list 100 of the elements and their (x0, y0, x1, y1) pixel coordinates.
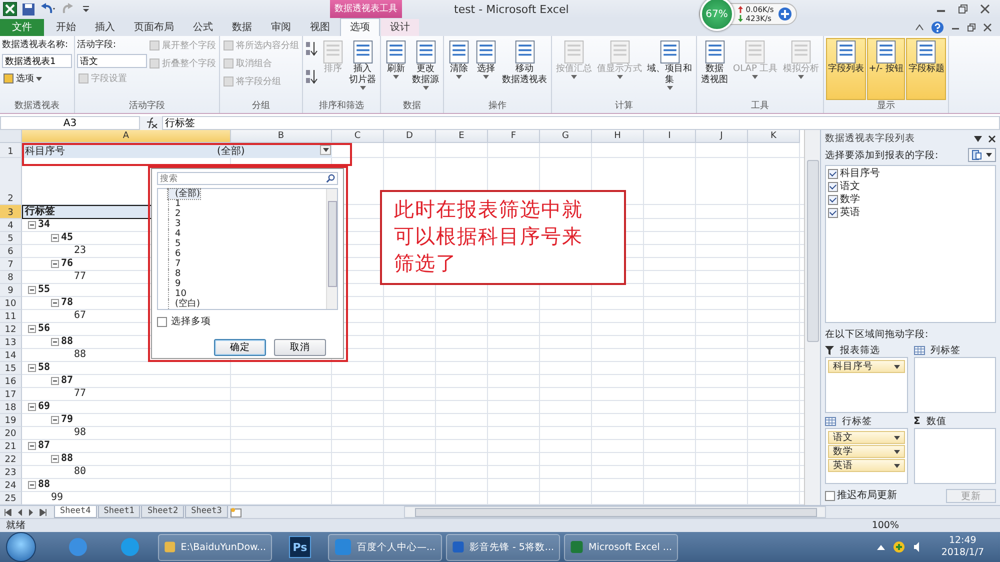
taskbar-window-button[interactable]: 影音先锋 - 5将数... (446, 534, 560, 560)
checkbox[interactable] (157, 316, 167, 326)
row-number[interactable]: 2 (0, 158, 22, 205)
ribbon-button[interactable]: 选择 (473, 38, 499, 100)
row-number[interactable]: 4 (0, 219, 22, 232)
filter-list-item[interactable]: 9 (168, 279, 181, 289)
ribbon-tab[interactable]: 选项 (340, 18, 380, 36)
collapse-icon[interactable] (28, 364, 36, 372)
ribbon-button[interactable]: 字段列表 (826, 38, 866, 100)
filter-list-item[interactable]: (全部) (168, 189, 200, 199)
clock-date[interactable]: 2018/1/7 (941, 547, 984, 559)
field-chip[interactable]: 英语 (828, 459, 904, 472)
ribbon-tab[interactable]: 数据 (223, 19, 261, 36)
undo-icon[interactable] (40, 3, 56, 15)
function-icon[interactable] (144, 117, 158, 129)
save-icon[interactable] (22, 2, 35, 16)
filter-list-item[interactable]: (空白) (168, 299, 200, 309)
tray-arrow-icon[interactable] (877, 544, 886, 550)
checkbox[interactable] (828, 195, 838, 206)
layout-button[interactable] (968, 148, 996, 162)
row-number[interactable]: 15 (0, 362, 22, 375)
zoom-level[interactable]: 100% (872, 520, 899, 531)
ribbon-tab[interactable]: 页面布局 (125, 19, 183, 36)
ribbon-tab[interactable]: 插入 (86, 19, 124, 36)
ribbon-button[interactable]: 清除 (446, 38, 472, 100)
start-button[interactable] (6, 532, 36, 562)
taskbar-window-button[interactable]: 百度个人中心—... (328, 534, 442, 560)
restore-icon[interactable] (967, 22, 976, 32)
row-number[interactable]: 8 (0, 271, 22, 284)
filter-dropdown-button[interactable] (320, 145, 331, 155)
ribbon-tab[interactable]: 审阅 (262, 19, 300, 36)
collapse-icon[interactable] (28, 286, 36, 294)
checkbox[interactable] (828, 169, 838, 180)
column-header[interactable]: B (231, 130, 332, 143)
row-number[interactable]: 6 (0, 245, 22, 258)
collapse-icon[interactable] (51, 377, 59, 385)
row-number[interactable]: 20 (0, 427, 22, 440)
collapse-icon[interactable] (51, 299, 59, 307)
clock-time[interactable]: 12:49 (948, 535, 976, 547)
collapse-icon[interactable] (28, 221, 36, 229)
drop-area[interactable]: 科目序号 (825, 357, 908, 413)
collapse-icon[interactable] (51, 455, 59, 463)
field-chip[interactable]: 语文 (828, 431, 904, 444)
column-header[interactable]: I (644, 130, 696, 143)
row-number[interactable]: 1 (0, 143, 22, 158)
help-icon[interactable] (931, 20, 944, 34)
vertical-scrollbar[interactable] (804, 130, 820, 505)
sheet-tab[interactable]: Sheet1 (98, 506, 140, 518)
ribbon-tab[interactable]: 开始 (47, 19, 85, 36)
field-chip[interactable]: 数学 (828, 445, 904, 458)
ok-button[interactable]: 确定 (214, 339, 266, 356)
checkbox[interactable] (828, 182, 838, 192)
row-number[interactable]: 7 (0, 258, 22, 271)
ribbon-button[interactable]: 插入 切片器 (347, 38, 378, 100)
sheet-tab[interactable]: Sheet2 (141, 506, 184, 518)
column-header[interactable]: J (696, 130, 748, 143)
row-number[interactable]: 19 (0, 414, 22, 427)
collapse-icon[interactable] (28, 403, 36, 411)
close-icon[interactable] (983, 22, 992, 32)
row-number[interactable]: 13 (0, 336, 22, 349)
first-sheet-icon[interactable] (4, 508, 12, 516)
row-number[interactable]: 24 (0, 479, 22, 492)
row-number[interactable]: 3 (0, 205, 22, 219)
row-number[interactable]: 18 (0, 401, 22, 414)
next-sheet-icon[interactable] (28, 508, 34, 516)
collapse-icon[interactable] (51, 416, 59, 424)
filter-list-item[interactable]: 4 (168, 229, 181, 239)
column-header[interactable]: F (488, 130, 540, 143)
collapse-icon[interactable] (51, 338, 59, 346)
restore-icon[interactable] (958, 4, 968, 14)
tray-plus-icon[interactable] (893, 541, 906, 553)
row-number[interactable]: 12 (0, 323, 22, 336)
checkbox[interactable] (825, 491, 835, 501)
ribbon-button[interactable]: +/- 按钮 (866, 38, 906, 100)
search-field[interactable]: 搜索 (157, 172, 338, 185)
row-number[interactable]: 11 (0, 310, 22, 323)
ribbon-tab[interactable]: 公式 (184, 19, 222, 36)
checkbox[interactable] (828, 208, 838, 218)
list-scrollbar[interactable] (326, 189, 337, 309)
ribbon-tab[interactable]: 视图 (301, 19, 339, 36)
taskbar-window-button[interactable]: E:\BaiduYunDow... (158, 534, 272, 560)
sheet-tab[interactable]: Sheet4 (54, 506, 97, 518)
ribbon-tab[interactable]: 文件 (0, 19, 44, 36)
close-icon[interactable] (980, 4, 990, 14)
row-number[interactable]: 25 (0, 492, 22, 505)
column-header[interactable]: A (22, 130, 231, 143)
filter-list-item[interactable]: 10 (168, 289, 186, 299)
taskbar-window-button[interactable]: Microsoft Excel ... (564, 534, 678, 560)
column-header[interactable]: H (592, 130, 644, 143)
taskbar-app-button[interactable]: Ps (276, 533, 324, 561)
collapse-ribbon-icon[interactable] (915, 23, 924, 31)
row-number[interactable]: 17 (0, 388, 22, 401)
ribbon-button[interactable]: 字段标题 (906, 38, 946, 100)
column-header[interactable]: C (332, 130, 384, 143)
collapse-icon[interactable] (28, 481, 36, 489)
collapse-icon[interactable] (51, 260, 59, 268)
row-number[interactable]: 5 (0, 232, 22, 245)
ribbon-button[interactable]: 数据 透视图 (699, 38, 730, 100)
filter-list-item[interactable]: 2 (168, 209, 181, 219)
ribbon-button[interactable]: 域、项目和 集 (645, 38, 694, 100)
